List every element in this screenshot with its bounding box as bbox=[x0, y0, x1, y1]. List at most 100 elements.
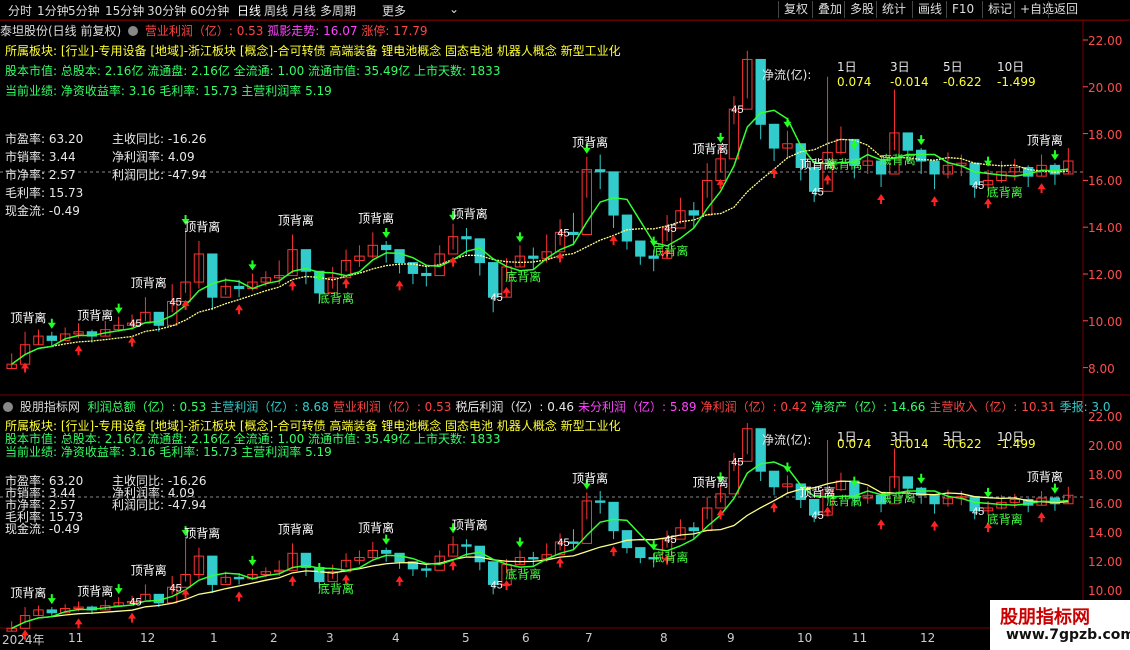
sell-arrow-icon bbox=[47, 318, 56, 329]
top-divergence-label: 顶背离 bbox=[10, 310, 46, 325]
candle-body bbox=[46, 609, 57, 614]
fortyfive-label: 45 bbox=[972, 506, 984, 518]
candle-body bbox=[768, 470, 780, 488]
sub-indicator-item: 税后利润（亿）: 0.46 bbox=[455, 400, 574, 414]
candle-body bbox=[595, 500, 606, 503]
y-tick-label: 8.00 bbox=[1088, 361, 1115, 376]
y-tick-label: 10.00 bbox=[1088, 584, 1123, 598]
fortyfive-label: 45 bbox=[664, 534, 676, 546]
candle-body bbox=[421, 272, 432, 277]
buy-arrow-icon bbox=[74, 345, 83, 356]
ratio-item: 市盈率: 63.20 bbox=[5, 132, 84, 146]
sector-line: 所属板块: [行业]-专用设备 [地域]-浙江板块 [概念]-合可转债 高端装备… bbox=[5, 44, 621, 58]
buy-arrow-icon bbox=[1037, 512, 1046, 523]
ratio-item: 现金流: -0.49 bbox=[5, 204, 80, 218]
performance-line: 当前业绩: 净资收益率: 3.16 毛利率: 15.73 主营利润率 5.19 bbox=[5, 84, 332, 98]
netflow-value: -0.014 bbox=[890, 437, 929, 451]
sell-arrow-icon bbox=[114, 303, 123, 314]
sub-indicator-settings-icon[interactable] bbox=[3, 402, 13, 412]
x-tick-label: 9 bbox=[727, 631, 735, 645]
y-tick-label: 16.00 bbox=[1088, 497, 1123, 511]
sell-arrow-icon bbox=[917, 473, 926, 484]
netflow-value: -0.622 bbox=[943, 75, 982, 89]
buy-arrow-icon bbox=[288, 575, 297, 586]
top-divergence-label: 顶背离 bbox=[1027, 469, 1063, 484]
candle-body bbox=[768, 123, 780, 149]
candle-body bbox=[528, 255, 539, 259]
candle-body bbox=[929, 160, 940, 175]
bottom-divergence-label: 底背离 bbox=[987, 511, 1023, 526]
top-divergence-label: 顶背离 bbox=[452, 517, 488, 532]
watermark-name: 股朋指标网 bbox=[1000, 607, 1090, 628]
top-divergence-label: 顶背离 bbox=[693, 475, 729, 490]
buy-arrow-icon bbox=[770, 168, 779, 179]
top-divergence-label: 顶背离 bbox=[131, 562, 167, 577]
x-tick-label: 12 bbox=[920, 631, 936, 645]
ratio-item: 利润同比: -47.94 bbox=[112, 498, 207, 512]
top-divergence-label: 顶背离 bbox=[278, 213, 314, 228]
top-divergence-label: 顶背离 bbox=[452, 206, 488, 221]
bottom-divergence-label: 底背离 bbox=[318, 581, 354, 596]
candle-body bbox=[381, 549, 392, 554]
buy-arrow-icon bbox=[395, 575, 404, 586]
netflow-value: -1.499 bbox=[997, 437, 1036, 451]
x-tick-label: 3 bbox=[326, 631, 334, 645]
bottom-divergence-label: 底背离 bbox=[505, 269, 541, 284]
fortyfive-label: 45 bbox=[731, 456, 743, 468]
y-tick-label: 20.00 bbox=[1088, 80, 1123, 95]
y-tick-label: 16.00 bbox=[1088, 174, 1123, 189]
candle-body bbox=[635, 547, 646, 559]
y-tick-label: 14.00 bbox=[1088, 526, 1123, 540]
fortyfive-label: 45 bbox=[812, 186, 824, 198]
sell-arrow-icon bbox=[382, 534, 391, 545]
buy-arrow-icon bbox=[449, 560, 458, 571]
candle-body bbox=[621, 530, 633, 549]
netflow-label-sub: 净流(亿): bbox=[762, 433, 812, 447]
candle-body bbox=[528, 557, 539, 560]
sub-indicator-item: 营业利润（亿）: 0.53 bbox=[332, 400, 452, 414]
sub-indicator-values: 利润总额（亿）: 0.53 主营利润（亿）: 8.68 营业利润（亿）: 0.53 税… bbox=[84, 400, 1111, 414]
x-tick-label: 11 bbox=[852, 631, 868, 645]
candle-body bbox=[929, 494, 940, 505]
candle-body bbox=[233, 285, 245, 290]
candle-body bbox=[461, 544, 472, 547]
sell-arrow-icon bbox=[783, 117, 792, 128]
y-tick-label: 20.00 bbox=[1088, 439, 1123, 453]
ratio-item: 现金流: -0.49 bbox=[5, 522, 80, 536]
fortyfive-label: 45 bbox=[129, 596, 141, 608]
sell-arrow-icon bbox=[984, 156, 993, 167]
netflow-value: 0.074 bbox=[837, 437, 872, 451]
buy-arrow-icon bbox=[877, 193, 886, 204]
bottom-divergence-label: 底背离 bbox=[826, 493, 862, 508]
candle-body bbox=[688, 210, 699, 216]
sell-arrow-icon bbox=[515, 232, 524, 243]
watermark-url: www.7gpzb.com bbox=[1006, 627, 1130, 643]
sub-indicator-item: 主营利润（亿）: 8.68 bbox=[210, 400, 329, 414]
candle-body bbox=[902, 476, 913, 489]
top-divergence-label: 顶背离 bbox=[358, 520, 394, 535]
y-tick-label: 12.00 bbox=[1088, 268, 1123, 282]
ratio-item: 利润同比: -47.94 bbox=[112, 168, 207, 182]
buy-arrow-icon bbox=[556, 557, 565, 568]
candle-body bbox=[233, 576, 245, 580]
sub-indicator-item: 未分利润（亿）: 5.89 bbox=[577, 400, 697, 414]
sell-arrow-icon bbox=[248, 260, 257, 271]
top-divergence-label: 顶背离 bbox=[184, 219, 220, 234]
buy-arrow-icon bbox=[235, 591, 244, 602]
fortyfive-label: 45 bbox=[731, 104, 743, 116]
candle-body bbox=[153, 311, 164, 326]
candle-body bbox=[568, 231, 579, 236]
fortyfive-label: 45 bbox=[972, 180, 984, 192]
candle-body bbox=[688, 527, 699, 532]
top-divergence-label: 顶背离 bbox=[131, 275, 167, 290]
ratio-item: 市销率: 3.44 bbox=[5, 150, 76, 164]
buy-arrow-icon bbox=[877, 519, 886, 530]
bottom-divergence-label: 底背离 bbox=[652, 550, 688, 565]
top-divergence-label: 顶背离 bbox=[572, 135, 608, 150]
sell-arrow-icon bbox=[917, 135, 926, 146]
ratio-item: 市净率: 2.57 bbox=[5, 168, 76, 182]
candle-body bbox=[421, 568, 432, 571]
sub-indicator-item: 净利润（亿）: 0.42 bbox=[700, 400, 808, 414]
netflow-value: -0.622 bbox=[943, 437, 982, 451]
buy-arrow-icon bbox=[556, 252, 565, 263]
